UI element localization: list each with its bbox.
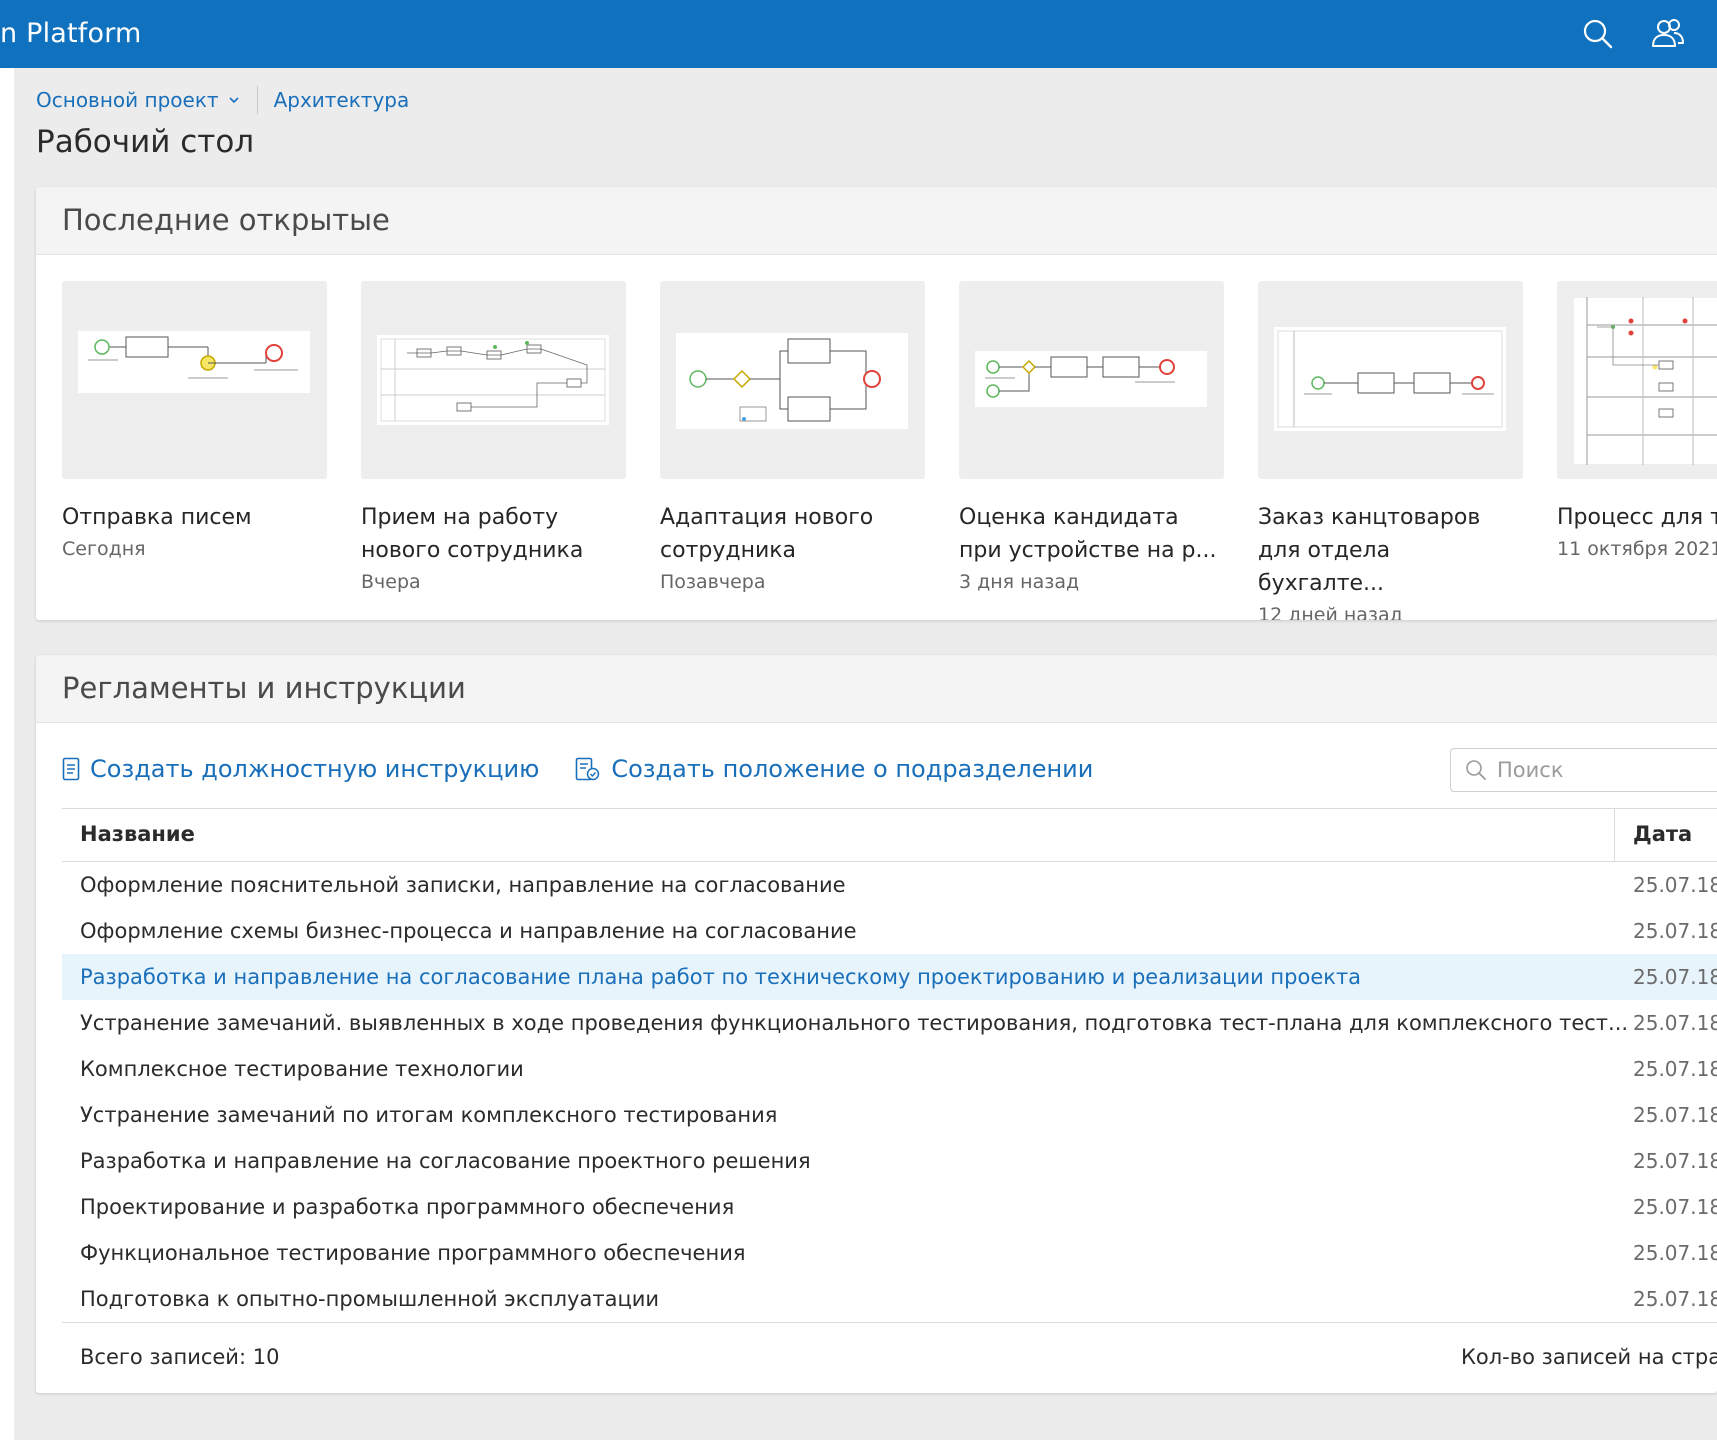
- row-name: Проектирование и разработка программного…: [80, 1195, 735, 1219]
- create-instruction-button[interactable]: Создать должностную инструкцию: [62, 755, 539, 783]
- diagram-thumbnail: [62, 281, 327, 479]
- document-check-icon: [576, 757, 600, 781]
- row-date: 25.07.18 — 2: [1633, 1287, 1717, 1311]
- diagram-thumbnail: [959, 281, 1224, 479]
- recent-tile[interactable]: Отправка писем Сегодня: [62, 281, 327, 564]
- search-field[interactable]: [1450, 748, 1717, 792]
- column-divider: [1614, 809, 1615, 862]
- records-per-page-label: Кол-во записей на страниц: [1461, 1345, 1717, 1369]
- table-header: Название Дата: [62, 808, 1717, 862]
- recent-tile[interactable]: Оценка кандидата при устройстве на р... …: [959, 281, 1224, 597]
- recent-tile-name: Процесс для т: [1557, 505, 1717, 530]
- recent-tile-date: 11 октября 2021: [1557, 538, 1717, 560]
- table-footer: Всего записей: 10 Кол-во записей на стра…: [62, 1322, 1717, 1393]
- table-row[interactable]: Устранение замечаний. выявленных в ходе …: [62, 1000, 1717, 1046]
- app-title: n Platform: [0, 18, 142, 49]
- regulations-panel: Регламенты и инструкции Создать должност…: [36, 655, 1717, 1393]
- search-input[interactable]: [1497, 758, 1717, 782]
- recent-tile-date: Позавчера: [660, 571, 766, 593]
- create-regulation-button[interactable]: Создать положение о подразделении: [575, 755, 1093, 783]
- breadcrumb: Основной проект Архитектура: [36, 86, 409, 114]
- search-icon[interactable]: [1580, 16, 1616, 52]
- recent-tile-date: Вчера: [361, 571, 421, 593]
- row-name: Функциональное тестирование программного…: [80, 1241, 746, 1265]
- row-date: 25.07.18 — 2: [1633, 1057, 1717, 1081]
- recent-tile-name: Заказ канцтоваров для отдела бухгалте...: [1258, 505, 1481, 596]
- recent-tile-date: 3 дня назад: [959, 571, 1080, 593]
- column-header-date[interactable]: Дата: [1633, 822, 1692, 846]
- regulations-panel-title: Регламенты и инструкции: [36, 655, 1717, 723]
- breadcrumb-section[interactable]: Архитектура: [274, 88, 410, 112]
- table-row[interactable]: Функциональное тестирование программного…: [62, 1230, 1717, 1276]
- total-records: Всего записей: 10: [80, 1345, 280, 1369]
- recent-tile[interactable]: Процесс для т 11 октября 2021: [1557, 281, 1717, 564]
- row-name: Комплексное тестирование технологии: [80, 1057, 524, 1081]
- row-date: 25.07.18 — 2: [1633, 1103, 1717, 1127]
- diagram-thumbnail: [1258, 281, 1523, 479]
- row-name: Устранение замечаний по итогам комплексн…: [80, 1103, 778, 1127]
- chevron-down-icon[interactable]: [227, 93, 241, 107]
- recent-tile-date: 12 дней назад: [1258, 604, 1403, 620]
- diagram-thumbnail: [660, 281, 925, 479]
- table-row-highlighted[interactable]: Разработка и направление на согласование…: [62, 954, 1717, 1000]
- recent-tile-name: Отправка писем: [62, 505, 252, 530]
- top-bar: n Platform: [0, 0, 1717, 68]
- search-icon: [1466, 760, 1486, 780]
- recent-tile-name: Оценка кандидата при устройстве на р...: [959, 505, 1217, 563]
- recent-panel: Последние открытые Отправка писем Сегодн…: [36, 187, 1717, 620]
- recent-tile-name: Прием на работу нового сотрудника: [361, 505, 584, 563]
- row-name: Устранение замечаний. выявленных в ходе …: [80, 1011, 1629, 1035]
- recent-tile-name: Адаптация нового сотрудника: [660, 505, 874, 563]
- table-row[interactable]: Устранение замечаний по итогам комплексн…: [62, 1092, 1717, 1138]
- row-name: Разработка и направление на согласование…: [80, 1149, 811, 1173]
- row-date: 25.07.18 — 2: [1633, 1149, 1717, 1173]
- row-date: 25.07.18 — 2: [1633, 1011, 1717, 1035]
- row-name: Оформление пояснительной записки, направ…: [80, 873, 846, 897]
- create-instruction-label: Создать должностную инструкцию: [90, 755, 540, 783]
- diagram-thumbnail: [361, 281, 626, 479]
- row-date: 25.07.18 — 2: [1633, 919, 1717, 943]
- table-row[interactable]: Комплексное тестирование технологии 25.0…: [62, 1046, 1717, 1092]
- row-name: Разработка и направление на согласование…: [80, 965, 1362, 989]
- document-icon: [62, 757, 80, 781]
- breadcrumb-project[interactable]: Основной проект: [36, 88, 219, 112]
- recent-tile[interactable]: Заказ канцтоваров для отдела бухгалте...…: [1258, 281, 1523, 620]
- table-row[interactable]: Подготовка к опытно-промышленной эксплуа…: [62, 1276, 1717, 1322]
- column-header-name[interactable]: Название: [80, 822, 195, 846]
- breadcrumb-divider: [256, 86, 258, 114]
- page-title: Рабочий стол: [36, 124, 255, 160]
- row-date: 25.07.18 — 2: [1633, 1195, 1717, 1219]
- recent-tile-date: Сегодня: [62, 538, 146, 560]
- table-row[interactable]: Разработка и направление на согласование…: [62, 1138, 1717, 1184]
- row-date: 25.07.18 — 2: [1633, 1241, 1717, 1265]
- regulations-table: Название Дата Оформление пояснительной з…: [62, 808, 1717, 1393]
- table-row[interactable]: Проектирование и разработка программного…: [62, 1184, 1717, 1230]
- row-date: 25.07.18 — 2: [1633, 873, 1717, 897]
- table-row[interactable]: Оформление схемы бизнес-процесса и напра…: [62, 908, 1717, 954]
- recent-tile[interactable]: Прием на работу нового сотрудника Вчера: [361, 281, 626, 597]
- recent-panel-title: Последние открытые: [36, 187, 1717, 255]
- row-name: Оформление схемы бизнес-процесса и напра…: [80, 919, 857, 943]
- create-regulation-label: Создать положение о подразделении: [611, 755, 1094, 783]
- diagram-thumbnail: [1557, 281, 1717, 479]
- recent-tile[interactable]: Адаптация нового сотрудника Позавчера: [660, 281, 925, 597]
- row-name: Подготовка к опытно-промышленной эксплуа…: [80, 1287, 660, 1311]
- users-icon[interactable]: [1650, 16, 1686, 52]
- regulations-actions: Создать должностную инструкцию Создать п…: [62, 755, 1129, 783]
- table-row[interactable]: Оформление пояснительной записки, направ…: [62, 862, 1717, 908]
- row-date: 25.07.18 — 2: [1633, 965, 1717, 989]
